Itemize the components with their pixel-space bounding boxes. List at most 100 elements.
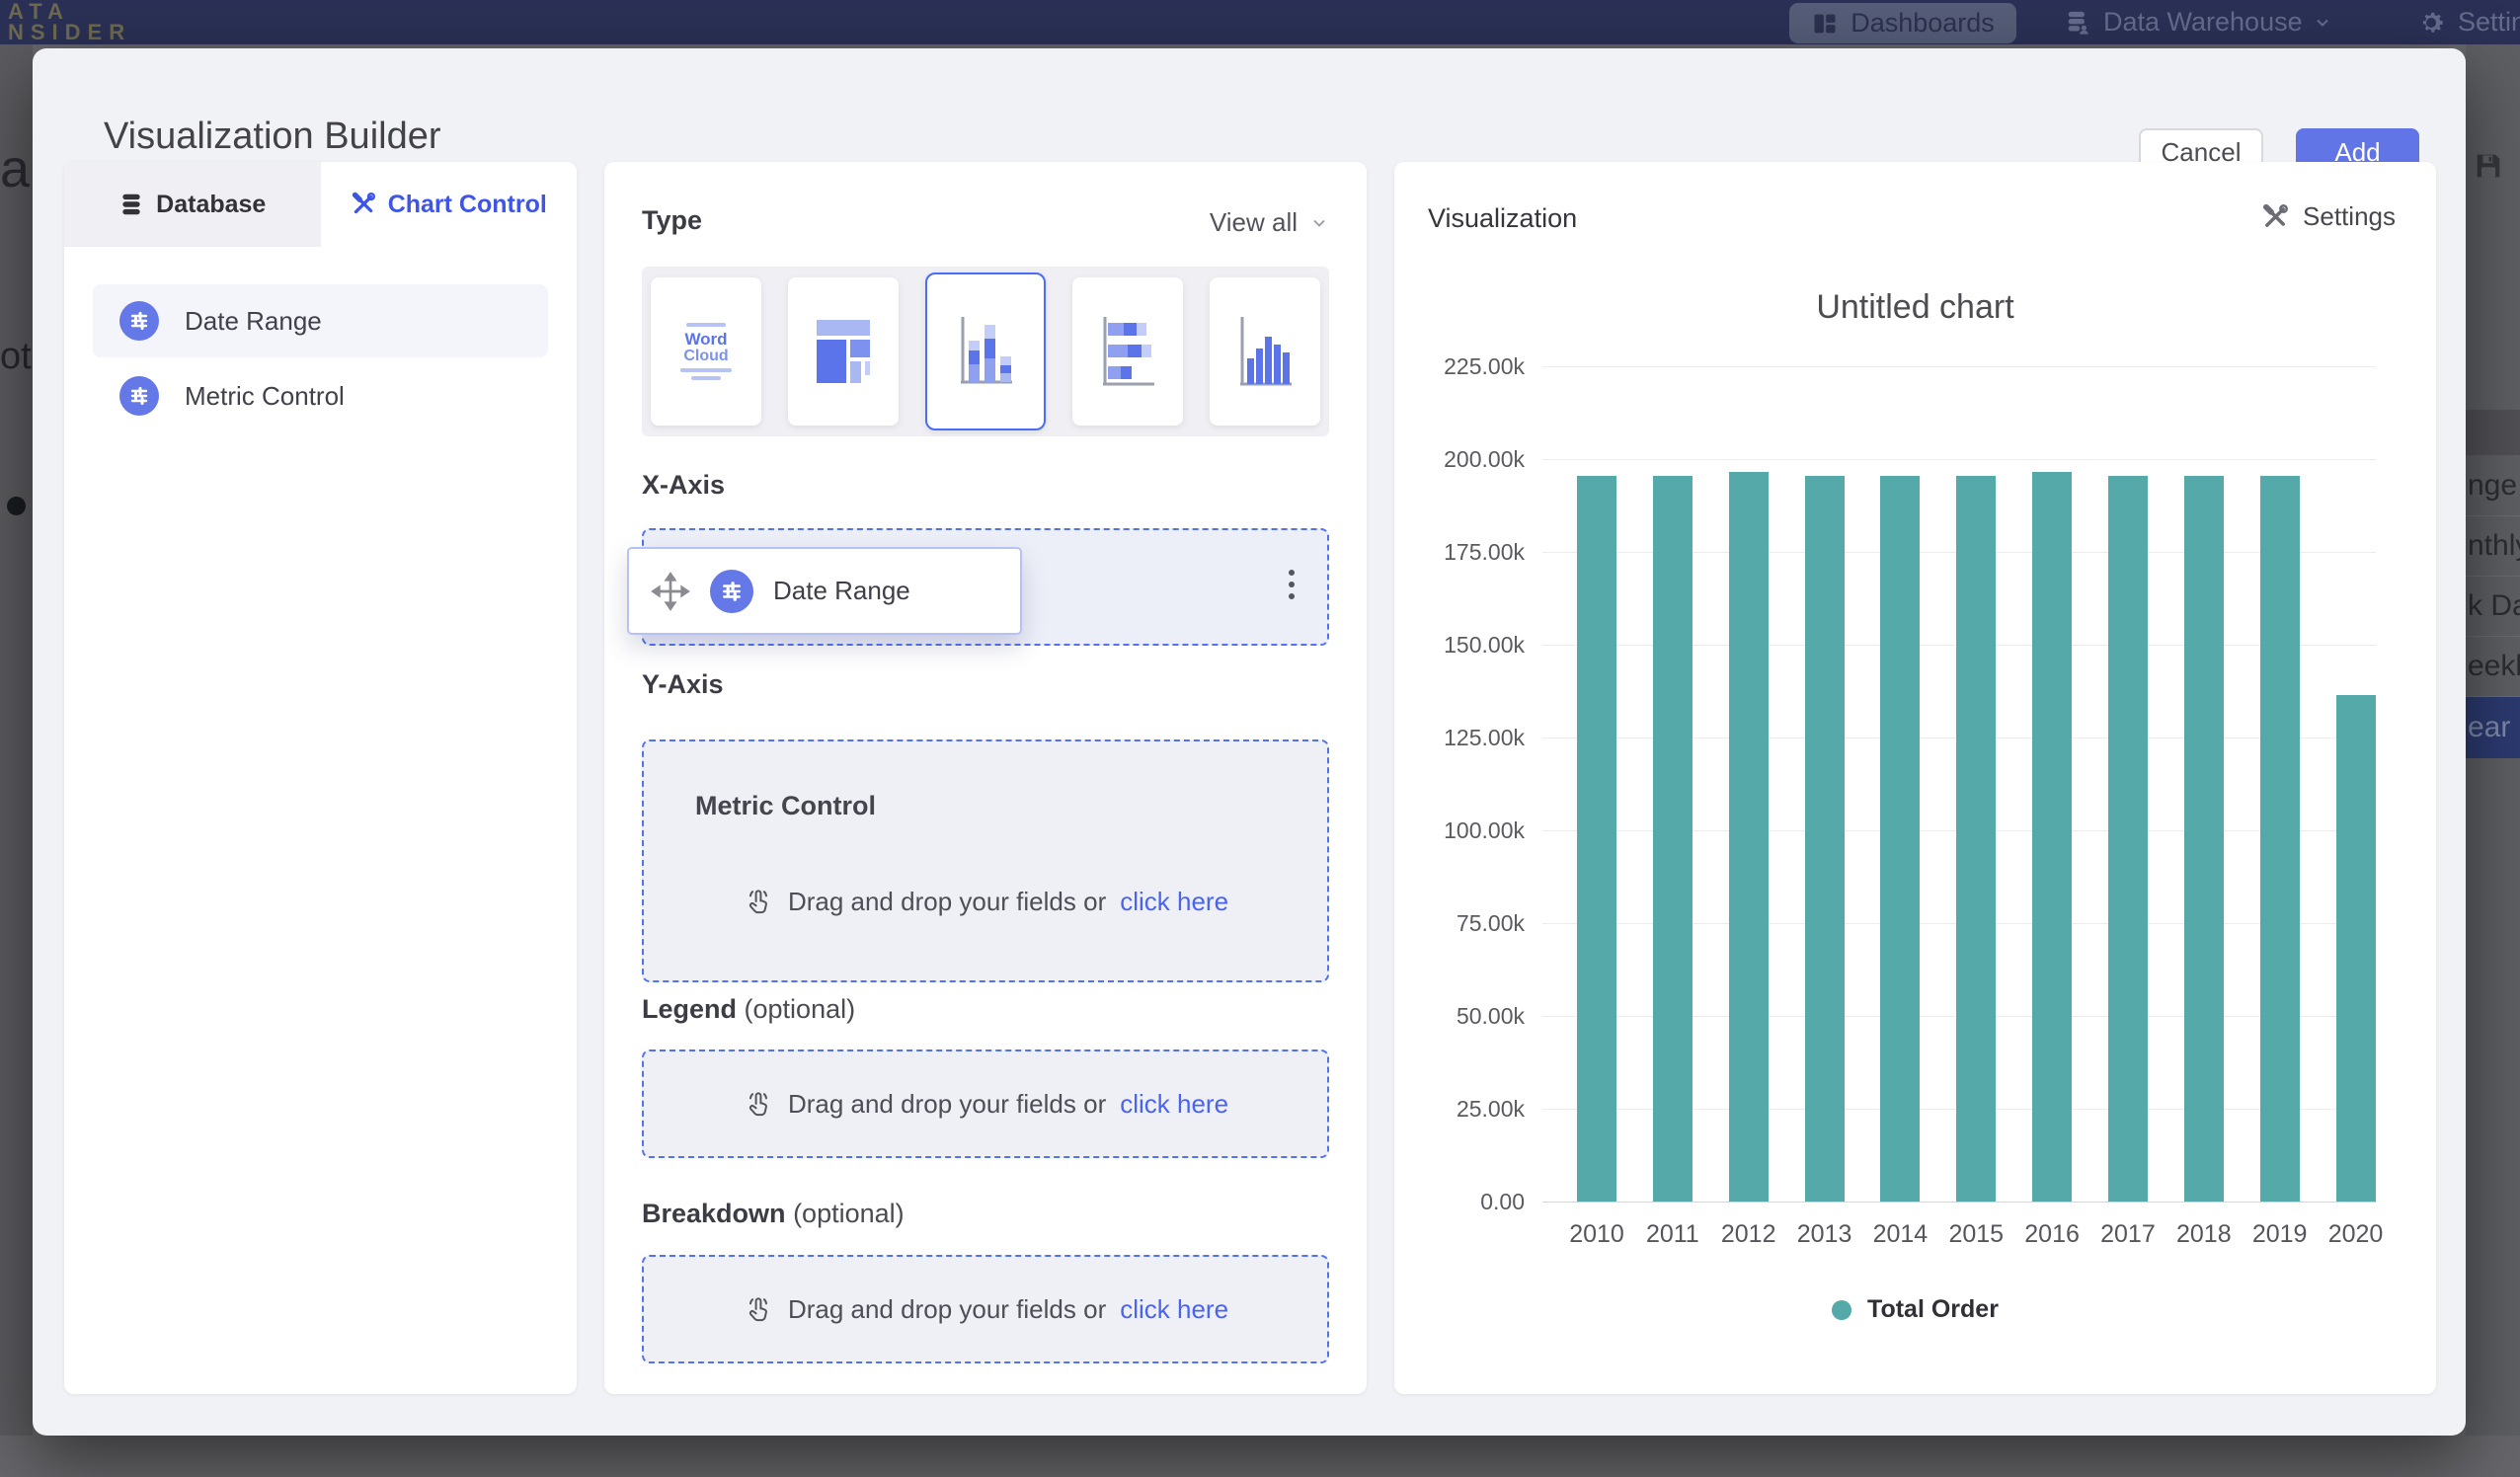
legend-dropzone[interactable]: Drag and drop your fields or click here — [642, 1049, 1329, 1158]
nav-dashboards[interactable]: Dashboards — [1789, 3, 2016, 43]
background-bottom-strip — [0, 1436, 2520, 1477]
chart-xtick-label: 2016 — [2012, 1220, 2091, 1249]
histogram-thumbnail — [1232, 309, 1298, 394]
y-axis-heading: Y-Axis — [642, 669, 724, 700]
gear-icon — [2416, 8, 2446, 38]
click-hand-icon — [743, 1293, 774, 1325]
chart-gridline — [1542, 366, 2376, 367]
chart-ytick-label: 175.00k — [1394, 539, 1525, 566]
chart-bar-2010 — [1577, 476, 1616, 1202]
builder-panel: Type View all Word Cloud — [604, 162, 1367, 1394]
chart-xtick-label: 2018 — [2165, 1220, 2244, 1249]
background-right-strip: nge nthly k Date eekly ear — [2466, 44, 2520, 1436]
chart-type-card-stacked-bar[interactable] — [1072, 277, 1183, 426]
field-item-metric-control[interactable]: Metric Control — [93, 359, 548, 432]
chart-ytick-label: 50.00k — [1394, 1003, 1525, 1030]
chart-bar-2019 — [2260, 476, 2300, 1202]
data-warehouse-icon — [2064, 9, 2091, 37]
breakdown-dropzone[interactable]: Drag and drop your fields or click here — [642, 1255, 1329, 1363]
chart-type-card-stacked-column[interactable] — [925, 272, 1046, 430]
chart-ytick-label: 200.00k — [1394, 446, 1525, 473]
chart-gridline — [1542, 1202, 2376, 1203]
nav-settings[interactable]: Settin — [2416, 0, 2520, 44]
view-all-label: View all — [1210, 207, 1298, 238]
chart-bar-2020 — [2336, 695, 2376, 1202]
chart-type-card-word-cloud[interactable]: Word Cloud — [651, 277, 761, 426]
y-axis-dropzone[interactable]: Metric Control Drag and drop your fields… — [642, 739, 1329, 982]
drop-text: Drag and drop your fields or — [788, 1089, 1106, 1120]
chart-bar-2014 — [1880, 476, 1920, 1202]
tools-icon — [351, 192, 376, 217]
app-logo: ATA NSIDER — [8, 1, 131, 42]
chart-ytick-label: 25.00k — [1394, 1096, 1525, 1123]
chart-bar-2018 — [2184, 476, 2224, 1202]
tab-chart-control-label: Chart Control — [388, 191, 547, 219]
nav-settings-label: Settin — [2458, 7, 2520, 38]
dashboard-icon — [1811, 10, 1839, 38]
chart-xtick-label: 2017 — [2088, 1220, 2167, 1249]
chart-xtick-label: 2015 — [1936, 1220, 2015, 1249]
chart-bar-2012 — [1729, 472, 1769, 1202]
dragged-field-chip-date-range[interactable]: Date Range — [627, 547, 1022, 635]
chart-ytick-label: 0.00 — [1394, 1189, 1525, 1215]
chart-type-card-histogram[interactable] — [1210, 277, 1320, 426]
legend-heading: Legend (optional) — [642, 994, 855, 1025]
y-axis-zone-title: Metric Control — [695, 791, 876, 821]
field-item-label: Date Range — [185, 306, 322, 337]
background-menu-item-selected: ear — [2466, 697, 2520, 758]
logo-line1: ATA — [8, 1, 131, 22]
chart-type-card-treemap[interactable] — [788, 277, 899, 426]
field-item-date-range[interactable]: Date Range — [93, 284, 548, 357]
fields-tabbar: Database Chart Control — [64, 162, 577, 247]
fields-panel: Database Chart Control Date Range — [64, 162, 577, 1394]
chart-legend[interactable]: Total Order — [1394, 1295, 2436, 1324]
stacked-bar-thumbnail — [1095, 309, 1160, 394]
chart-bar-2011 — [1653, 476, 1693, 1202]
field-item-label: Metric Control — [185, 381, 345, 412]
save-icon — [2472, 149, 2505, 183]
chart-xtick-label: 2020 — [2317, 1220, 2396, 1249]
legend-dot — [1832, 1300, 1851, 1320]
click-hand-icon — [743, 1088, 774, 1120]
background-menu-item: nge — [2466, 456, 2520, 516]
word-cloud-thumbnail: Word Cloud — [680, 319, 732, 384]
breakdown-heading: Breakdown (optional) — [642, 1199, 905, 1229]
nav-data-warehouse[interactable]: Data Warehouse — [2064, 0, 2330, 44]
stacked-column-thumbnail — [953, 309, 1018, 394]
background-left-strip: al ota — [0, 44, 33, 1436]
view-all-dropdown[interactable]: View all — [1210, 207, 1327, 238]
x-axis-heading: X-Axis — [642, 470, 725, 501]
x-axis-dropzone[interactable]: Date Range Date Range — [642, 528, 1329, 646]
chart-xtick-label: 2019 — [2241, 1220, 2320, 1249]
sliders-icon — [710, 570, 753, 613]
top-nav: ATA NSIDER Dashboards Data Warehouse Set… — [0, 0, 2520, 44]
chip-label: Date Range — [773, 576, 910, 606]
tab-database-label: Database — [156, 191, 266, 219]
background-bullet — [7, 497, 26, 515]
logo-line2: NSIDER — [8, 22, 131, 42]
click-here-link[interactable]: click here — [1120, 1089, 1228, 1120]
tab-database[interactable]: Database — [64, 162, 321, 247]
screen: ATA NSIDER Dashboards Data Warehouse Set… — [0, 0, 2520, 1477]
tab-chart-control[interactable]: Chart Control — [321, 162, 578, 247]
kebab-menu-icon[interactable] — [1288, 564, 1296, 605]
chart-ytick-label: 150.00k — [1394, 632, 1525, 659]
type-heading: Type — [642, 205, 702, 236]
background-text-fragment: ota — [0, 336, 33, 378]
chart-plot: 225.00k200.00k175.00k150.00k125.00k100.0… — [1394, 162, 2436, 1394]
modal-title: Visualization Builder — [104, 116, 441, 158]
chart-gridline — [1542, 459, 2376, 460]
background-band — [2466, 410, 2520, 455]
background-menu-item: nthly — [2466, 516, 2520, 577]
click-here-link[interactable]: click here — [1120, 887, 1228, 917]
background-text-fragment: al — [0, 138, 33, 199]
chart-xtick-label: 2013 — [1785, 1220, 1864, 1249]
sliders-icon — [119, 301, 159, 341]
chart-ytick-label: 125.00k — [1394, 725, 1525, 751]
chevron-down-icon — [1311, 215, 1327, 231]
move-icon — [651, 572, 690, 611]
click-here-link[interactable]: click here — [1120, 1294, 1228, 1325]
chart-bar-2017 — [2108, 476, 2148, 1202]
treemap-thumbnail — [812, 310, 875, 393]
chart-xtick-label: 2014 — [1860, 1220, 1939, 1249]
